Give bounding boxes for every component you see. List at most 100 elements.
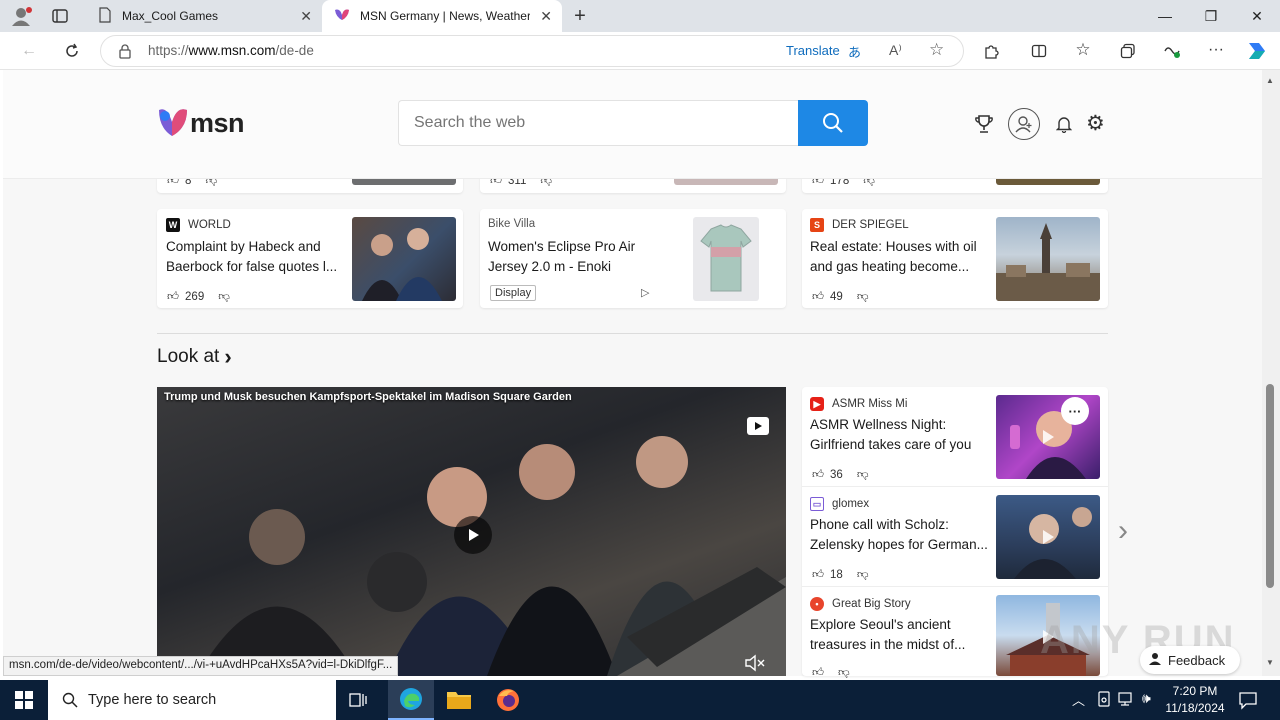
thumbs-down-icon[interactable]: 👎︎	[857, 468, 869, 482]
search-button[interactable]	[798, 100, 868, 146]
video-title[interactable]: Phone call with Scholz: Zelensky hopes fo…	[810, 515, 994, 555]
world-logo-icon: W	[166, 218, 180, 232]
taskbar-search[interactable]: Type here to search	[48, 680, 336, 720]
close-tab-icon[interactable]: ✕	[540, 8, 552, 25]
news-title[interactable]: Complaint by Habeck and Baerbock for fal…	[166, 237, 346, 277]
thumbs-down-icon[interactable]: 👎︎	[857, 290, 869, 304]
status-url: msn.com/de-de/video/webcontent/.../vi-+u…	[3, 656, 399, 676]
search-icon	[62, 692, 78, 708]
thumbs-down-icon[interactable]: 👎︎	[218, 290, 230, 304]
news-title[interactable]: Real estate: Houses with oil and gas hea…	[810, 237, 990, 277]
firefox-icon[interactable]	[496, 688, 522, 714]
source-name: ASMR Miss Mi	[832, 398, 908, 410]
tab-msn-germany[interactable]: MSN Germany | News, Weather, W ✕	[322, 0, 562, 32]
thumbs-up-icon[interactable]: 👍︎	[812, 568, 824, 582]
notification-center-icon[interactable]	[1238, 690, 1258, 710]
tab-actions-icon[interactable]	[50, 6, 70, 26]
tab-max-cool-games[interactable]: Max_Cool Games ✕	[86, 0, 322, 32]
title-line: Explore Seoul's ancient	[810, 617, 951, 632]
chevron-right-icon: ›	[224, 344, 232, 369]
task-view-icon[interactable]	[348, 690, 368, 710]
feedback-label: Feedback	[1168, 652, 1226, 668]
like-counter[interactable]: 👍︎ 18 👎︎	[812, 568, 869, 582]
play-icon	[1039, 528, 1057, 546]
volume-icon[interactable]: 🕪︎	[1142, 690, 1151, 707]
thumbs-up-icon[interactable]: 👍︎	[812, 290, 824, 304]
url-host: www.msn.com	[188, 43, 276, 58]
thumbs-up-icon[interactable]: 👍︎	[167, 290, 179, 304]
close-tab-icon[interactable]: ✕	[300, 8, 312, 25]
profile-avatar-icon[interactable]	[8, 5, 34, 27]
thumbs-up-icon[interactable]: 👍︎	[812, 468, 824, 482]
lock-icon[interactable]	[118, 43, 132, 59]
read-aloud-icon[interactable]: A⁾	[889, 42, 902, 59]
notifications-bell-icon[interactable]	[1055, 115, 1073, 134]
more-options-icon[interactable]: ···	[1201, 35, 1231, 65]
settings-gear-icon[interactable]: ⚙	[1086, 113, 1105, 134]
file-explorer-icon[interactable]	[446, 688, 472, 710]
device-icon[interactable]	[1096, 691, 1112, 707]
source-name: glomex	[832, 498, 870, 510]
thumbs-down-icon[interactable]: 👎︎	[857, 568, 869, 582]
ad-title[interactable]: Women's Eclipse Pro Air Jersey 2.0 m - E…	[488, 237, 668, 277]
msn-logo-icon[interactable]	[157, 106, 191, 138]
clock-time: 7:20 PM	[1172, 684, 1218, 698]
taskbar-clock[interactable]: 7:20 PM 11/18/2024	[1162, 683, 1228, 717]
thumbs-up-icon[interactable]: 👍︎	[812, 666, 824, 680]
collections-icon[interactable]	[1113, 36, 1143, 66]
taskbar-edge[interactable]	[388, 680, 434, 720]
video-title[interactable]: ASMR Wellness Night: Girlfriend takes car…	[810, 415, 994, 455]
url-path: /de-de	[275, 43, 314, 58]
split-screen-icon[interactable]	[1024, 36, 1054, 66]
carousel-next-icon[interactable]: ›	[1118, 514, 1128, 548]
minimize-icon[interactable]: —	[1142, 0, 1188, 32]
show-hidden-icons[interactable]: ︿	[1072, 690, 1085, 709]
source-name: WORLD	[188, 219, 231, 231]
video-caption[interactable]: Trump und Musk besuchen Kampfsport-Spekt…	[164, 391, 572, 403]
url-text[interactable]: https://www.msn.com/de-de	[148, 43, 314, 58]
mute-icon[interactable]	[744, 654, 766, 672]
ad-choices-icon[interactable]: ▷	[641, 286, 649, 299]
rewards-trophy-icon[interactable]	[974, 114, 994, 134]
translate-icon[interactable]: あ	[848, 42, 861, 61]
extensions-icon[interactable]	[976, 36, 1006, 66]
look-at-heading[interactable]: Look at ›	[157, 344, 232, 370]
scroll-up-icon[interactable]: ▲	[1266, 76, 1274, 85]
product-thumbnail[interactable]	[693, 217, 759, 301]
search-input[interactable]	[398, 100, 798, 146]
start-button[interactable]	[0, 680, 48, 720]
feedback-icon	[1148, 652, 1162, 669]
source-label: • Great Big Story	[810, 597, 911, 611]
play-button-icon[interactable]	[454, 516, 492, 554]
like-counter[interactable]: 👍︎ 49 👎︎	[812, 290, 869, 304]
title-line: treasures in the midst of...	[810, 637, 966, 652]
close-window-icon[interactable]: ✕	[1234, 0, 1280, 32]
restore-icon[interactable]: ❐	[1188, 0, 1234, 32]
like-counter[interactable]: 👍︎ 36 👎︎	[812, 468, 869, 482]
refresh-icon[interactable]	[57, 36, 87, 66]
network-icon[interactable]	[1118, 691, 1136, 707]
feedback-button[interactable]: Feedback	[1140, 646, 1240, 674]
thumbs-down-icon[interactable]: 👎︎	[838, 666, 850, 680]
favorite-star-icon[interactable]: ☆	[929, 40, 944, 60]
copilot-icon[interactable]	[1244, 39, 1270, 63]
title-line: ASMR Wellness Night:	[810, 417, 947, 432]
video-badge-icon	[747, 417, 769, 435]
source-name: DER SPIEGEL	[832, 219, 909, 231]
back-icon[interactable]: ←	[14, 36, 44, 66]
like-counter[interactable]: 👍︎ 269 👎︎	[167, 290, 230, 304]
news-thumbnail[interactable]	[996, 217, 1100, 301]
more-options-icon[interactable]: ···	[1061, 397, 1089, 425]
account-avatar-icon[interactable]	[1008, 108, 1040, 140]
like-counter[interactable]: 👍︎ 👎︎	[812, 666, 850, 680]
source-label: ▶ ASMR Miss Mi	[810, 397, 907, 411]
performance-icon[interactable]	[1157, 36, 1187, 66]
news-thumbnail[interactable]	[352, 217, 456, 301]
translate-button[interactable]: Translate	[786, 43, 840, 58]
scroll-down-icon[interactable]: ▼	[1266, 658, 1274, 667]
scrollbar-thumb[interactable]	[1266, 384, 1274, 588]
msn-logo-text[interactable]: msn	[190, 108, 245, 139]
video-title[interactable]: Explore Seoul's ancient treasures in the …	[810, 615, 994, 655]
favorites-icon[interactable]: ☆	[1068, 35, 1098, 65]
new-tab-icon[interactable]: +	[568, 4, 592, 28]
